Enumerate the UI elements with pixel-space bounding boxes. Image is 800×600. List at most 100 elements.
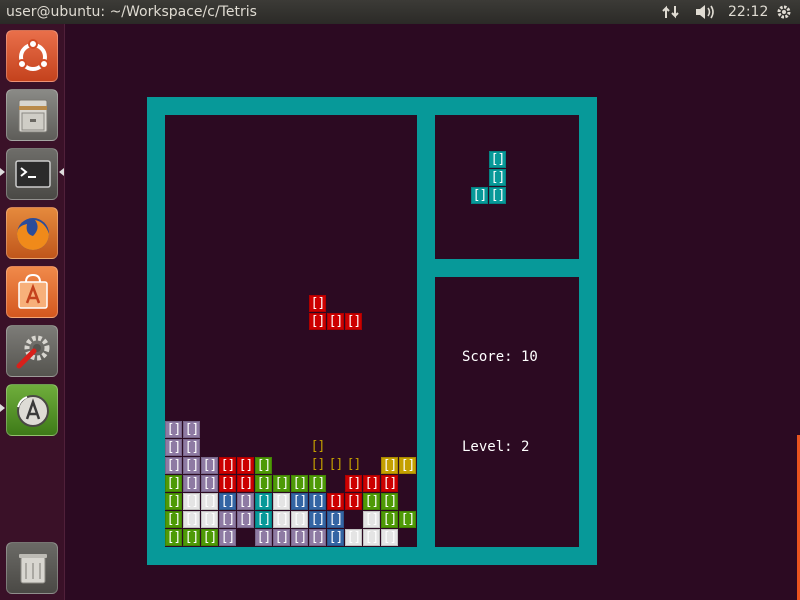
board-wall-bottom xyxy=(147,547,597,565)
tetris-block: [] xyxy=(255,457,272,474)
tetris-block: [] xyxy=(328,457,344,472)
running-indicator xyxy=(0,168,5,176)
tetris-block: [] xyxy=(183,529,200,546)
tetris-block: [] xyxy=(310,439,326,454)
tetris-block: [] xyxy=(219,511,236,528)
tetris-block: [] xyxy=(363,475,380,492)
tetris-block: [] xyxy=(273,493,290,510)
tetris-block: [] xyxy=(327,493,344,510)
tetris-block: [] xyxy=(309,295,326,312)
tetris-block: [] xyxy=(219,475,236,492)
tetris-block: [] xyxy=(345,475,362,492)
focused-indicator xyxy=(59,168,64,176)
ubuntu-dash-icon xyxy=(17,39,49,71)
tetris-board: [][][][][][][][][][][][][][][][][][][][]… xyxy=(165,115,417,547)
tetris-block: [] xyxy=(183,475,200,492)
tetris-block: [] xyxy=(165,511,182,528)
firefox-button[interactable] xyxy=(6,207,58,259)
tetris-block: [] xyxy=(489,187,506,204)
volume-icon[interactable] xyxy=(694,4,716,20)
tetris-block: [] xyxy=(255,511,272,528)
tetris-block: [] xyxy=(381,493,398,510)
clock[interactable]: 22:12 xyxy=(728,0,768,24)
tetris-block: [] xyxy=(309,511,326,528)
terminal-window[interactable]: [][][][][][][][][][][][][][][][][][][][]… xyxy=(65,24,800,600)
tetris-block: [] xyxy=(201,493,218,510)
trash-button[interactable] xyxy=(6,542,58,594)
ubuntu-dash-button[interactable] xyxy=(6,30,58,82)
tetris-block: [] xyxy=(255,529,272,546)
tetris-block: [] xyxy=(273,511,290,528)
tetris-block: [] xyxy=(219,529,236,546)
tetris-block: [] xyxy=(183,421,200,438)
level-label: Level: 2 xyxy=(462,439,530,455)
tetris-block: [] xyxy=(309,475,326,492)
network-icon[interactable] xyxy=(662,4,680,20)
system-settings-button[interactable] xyxy=(6,325,58,377)
file-manager-icon xyxy=(18,99,48,133)
tetris-block: [] xyxy=(165,457,182,474)
software-center-icon xyxy=(18,273,48,309)
launcher xyxy=(0,24,65,600)
tetris-block: [] xyxy=(273,529,290,546)
tetris-block: [] xyxy=(165,439,182,456)
tetris-block: [] xyxy=(381,475,398,492)
tetris-block: [] xyxy=(237,475,254,492)
tetris-block: [] xyxy=(327,529,344,546)
tetris-block: [] xyxy=(237,457,254,474)
tetris-block: [] xyxy=(363,493,380,510)
tetris-block: [] xyxy=(183,439,200,456)
board-wall-right xyxy=(579,97,597,565)
tetris-block: [] xyxy=(237,493,254,510)
tetris-block: [] xyxy=(381,511,398,528)
terminal-button[interactable] xyxy=(6,148,58,200)
tetris-block: [] xyxy=(363,511,380,528)
tetris-block: [] xyxy=(219,493,236,510)
board-wall-top xyxy=(147,97,597,115)
tetris-block: [] xyxy=(327,313,344,330)
preview-wall xyxy=(435,259,579,277)
tetris-block: [] xyxy=(345,313,362,330)
tetris-block: [] xyxy=(201,529,218,546)
terminal-icon xyxy=(15,160,51,188)
software-updater-button[interactable] xyxy=(6,384,58,436)
tetris-block: [] xyxy=(309,529,326,546)
tetris-block: [] xyxy=(237,511,254,528)
top-panel: user@ubuntu: ~/Workspace/c/Tetris 22:12 xyxy=(0,0,800,24)
tetris-block: [] xyxy=(381,457,398,474)
tetris-block: [] xyxy=(273,475,290,492)
settings-gear-icon[interactable] xyxy=(776,4,792,20)
file-manager-button[interactable] xyxy=(6,89,58,141)
tetris-block: [] xyxy=(309,493,326,510)
running-indicator xyxy=(0,404,5,412)
tetris-block: [] xyxy=(165,529,182,546)
tetris-block: [] xyxy=(165,421,182,438)
window-title: user@ubuntu: ~/Workspace/c/Tetris xyxy=(6,4,257,20)
tetris-block: [] xyxy=(327,511,344,528)
tetris-block: [] xyxy=(309,313,326,330)
score-label: Score: 10 xyxy=(462,349,538,365)
tetris-block: [] xyxy=(345,493,362,510)
tetris-block: [] xyxy=(219,457,236,474)
software-center-button[interactable] xyxy=(6,266,58,318)
tetris-block: [] xyxy=(291,529,308,546)
tetris-block: [] xyxy=(201,511,218,528)
software-updater-icon xyxy=(17,395,49,427)
tetris-block: [] xyxy=(399,511,416,528)
tetris-block: [] xyxy=(346,457,362,472)
tetris-block: [] xyxy=(363,529,380,546)
tetris-block: [] xyxy=(489,151,506,168)
tetris-block: [] xyxy=(165,475,182,492)
tetris-block: [] xyxy=(201,475,218,492)
tetris-block: [] xyxy=(399,457,416,474)
tetris-block: [] xyxy=(255,475,272,492)
tetris-block: [] xyxy=(381,529,398,546)
tetris-block: [] xyxy=(291,475,308,492)
tetris-block: [] xyxy=(291,493,308,510)
firefox-icon xyxy=(17,218,49,250)
trash-icon xyxy=(19,554,47,584)
tetris-block: [] xyxy=(291,511,308,528)
tetris-block: [] xyxy=(471,187,488,204)
system-settings-icon xyxy=(16,335,50,369)
board-wall-left xyxy=(147,97,165,565)
